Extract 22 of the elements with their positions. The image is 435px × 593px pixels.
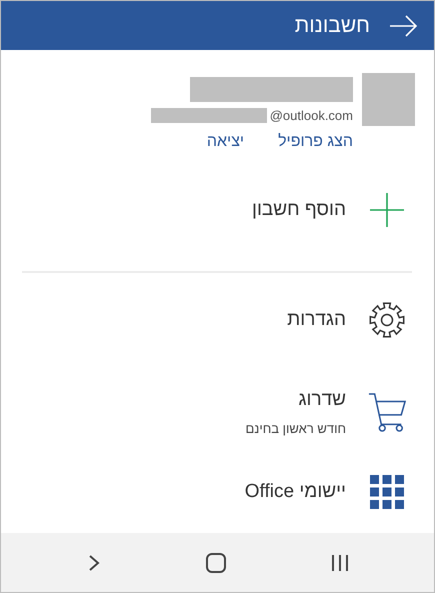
account-link[interactable]: הצג פרופיל — [278, 133, 353, 151]
email-domain: @outlook.com — [270, 108, 353, 123]
settings-icon — [368, 301, 406, 339]
back-arrow-icon[interactable] — [388, 14, 418, 38]
back-chevron-icon[interactable] — [88, 554, 100, 572]
menu-item-label: הגדרות — [287, 309, 346, 331]
menu-item[interactable]: הוסף חשבון — [1, 162, 434, 258]
account-link[interactable]: יציאה — [206, 133, 244, 151]
home-icon[interactable] — [206, 552, 226, 572]
recent-apps-icon[interactable] — [331, 554, 349, 572]
menu-item[interactable]: יישומי Office — [1, 457, 434, 527]
menu-item-subtitle: חודש ראשון בחינם — [245, 420, 346, 436]
menu-item[interactable]: שדרוג חודש ראשון בחינם — [1, 367, 434, 457]
menu-item[interactable]: הגדרות — [1, 273, 434, 367]
menu-item-label: הוסף חשבון — [252, 199, 346, 221]
menu-item-label: שדרוג — [297, 388, 346, 410]
header-title: חשבונות — [294, 14, 370, 38]
cart-icon — [368, 391, 406, 433]
avatar-placeholder — [362, 73, 415, 126]
grid-icon — [370, 475, 404, 509]
plus-icon — [369, 192, 405, 228]
menu-item-label: יישומי Office — [244, 481, 346, 503]
